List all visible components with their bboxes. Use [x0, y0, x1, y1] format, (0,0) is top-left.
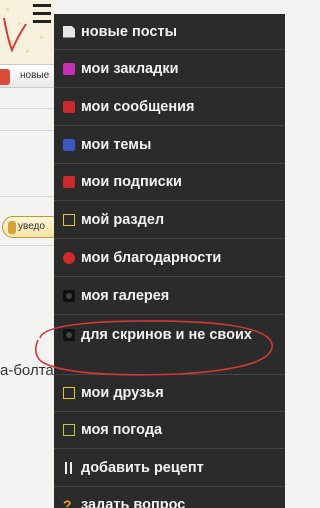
menu-item-label: моя галерея: [81, 287, 170, 304]
menu-item-label: новые посты: [81, 23, 177, 40]
menu-item-my-section[interactable]: мой раздел: [54, 201, 285, 239]
menu-item-label: мои друзья: [81, 385, 164, 401]
divider: [0, 245, 54, 246]
menu-item-topics[interactable]: мои темы: [54, 126, 285, 164]
menu-item-label: мои благодарности: [81, 249, 222, 266]
menu-item-subscriptions[interactable]: мои подписки: [54, 164, 285, 201]
section-box-icon: [63, 213, 75, 226]
menu-item-label: мои закладки: [81, 60, 179, 77]
document-icon: [63, 25, 75, 38]
red-scribble-mark: [3, 17, 27, 53]
user-dropdown-menu: новые посты мои закладки мои сообщения м…: [54, 14, 285, 508]
menu-item-add-recipe[interactable]: добавить рецепт: [54, 449, 285, 487]
message-icon: [63, 100, 75, 113]
menu-item-new-posts[interactable]: новые посты: [54, 14, 285, 50]
camera-icon: [63, 289, 75, 302]
menu-item-ask-question[interactable]: ? задать вопрос: [54, 487, 285, 508]
menu-item-weather[interactable]: моя погода: [54, 412, 285, 449]
menu-item-label: мои темы: [81, 136, 152, 153]
red-highlight-oval: [34, 320, 273, 376]
menu-item-thanks[interactable]: мои благодарности: [54, 239, 285, 277]
menu-item-label: добавить рецепт: [81, 459, 204, 476]
divider: [0, 196, 54, 197]
heart-icon: [63, 251, 75, 264]
menu-item-label: задать вопрос: [81, 497, 186, 508]
menu-item-bookmarks[interactable]: мои закладки: [54, 50, 285, 88]
menu-item-friends[interactable]: мои друзья: [54, 375, 285, 412]
subscriptions-icon: [63, 176, 75, 188]
background-tab-bar: новые: [0, 64, 54, 88]
menu-item-messages[interactable]: мои сообщения: [54, 88, 285, 126]
background-notify-label: уведо: [18, 221, 45, 232]
notification-icon: [8, 221, 16, 234]
background-tab-marker: [0, 69, 10, 85]
menu-item-gallery[interactable]: моя галерея: [54, 277, 285, 315]
menu-item-label: мои сообщения: [81, 98, 195, 115]
background-notify-button[interactable]: уведо: [2, 216, 62, 238]
topics-icon: [63, 138, 75, 151]
fork-knife-icon: [63, 461, 75, 474]
friends-box-icon: [63, 387, 75, 399]
menu-item-label: мой раздел: [81, 211, 165, 228]
weather-box-icon: [63, 424, 75, 436]
divider: [0, 108, 54, 109]
menu-item-label: мои подписки: [81, 174, 182, 190]
menu-item-label: моя погода: [81, 422, 163, 438]
divider: [0, 130, 54, 131]
hamburger-menu-icon[interactable]: [33, 4, 51, 26]
bookmark-icon: [63, 62, 75, 75]
question-icon: ?: [63, 497, 72, 508]
background-tab-label[interactable]: новые: [20, 70, 49, 81]
